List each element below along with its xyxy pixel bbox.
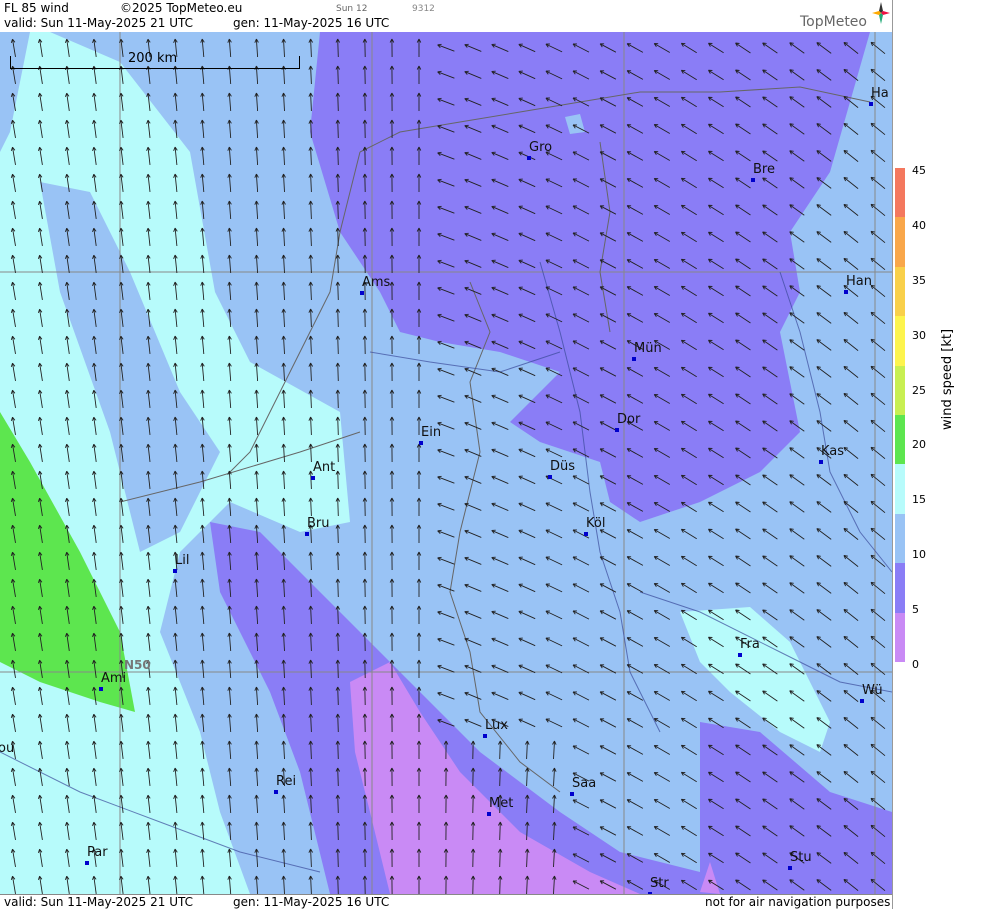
colorbar-segment [895,464,905,514]
footer-gen: gen: 11-May-2025 16 UTC [233,895,390,909]
legend-panel [892,0,983,909]
city-dot [788,866,792,870]
colorbar-segment [895,365,905,415]
colorbar-segment [895,217,905,267]
colorbar-segment [895,612,905,662]
colorbar-tick: 0 [912,658,919,671]
gen-time: gen: 11-May-2025 16 UTC [233,16,390,30]
city-dot [632,357,636,361]
city-dot [419,441,423,445]
valid-time: valid: Sun 11-May-2025 21 UTC [4,16,193,30]
colorbar-segment [895,563,905,613]
city-dot [548,475,552,479]
lat-label: N50 [124,658,151,672]
colorbar-tick: 35 [912,273,926,287]
footer-disclaimer: not for air navigation purposes [705,895,891,909]
sun-label: Sun 12 [336,4,368,14]
city-dot [85,861,89,865]
colorbar-segment [895,168,905,218]
city-dot [173,569,177,573]
copyright: ©2025 TopMeteo.eu [120,1,243,15]
city-dot [360,291,364,295]
footer-bar: valid: Sun 11-May-2025 21 UTC gen: 11-Ma… [0,894,892,910]
wind-map[interactable]: 200 km N50 Gro Bre Ha Ams Han Mün Dor Ei… [0,32,892,894]
city-dot [751,178,755,182]
city-dot [487,812,491,816]
header-bar: FL 85 wind ©2025 TopMeteo.eu valid: Sun … [0,0,892,32]
scale-label: 200 km [128,51,178,66]
city-dot [819,460,823,464]
city-dot [305,532,309,536]
city-dot [869,102,873,106]
colorbar [895,168,905,662]
city-dot [570,792,574,796]
colorbar-segment [895,266,905,317]
city-dot [527,156,531,160]
city-dot [844,290,848,294]
code-label: 9312 [412,4,435,14]
colorbar-tick: 40 [912,218,926,232]
city-dot [738,653,742,657]
colorbar-tick: 45 [912,164,926,177]
compass-icon [872,2,890,24]
colorbar-tick: 15 [912,493,926,507]
topmeteo-logo: TopMeteo [800,2,890,30]
city-dot [860,699,864,703]
city-dot [615,428,619,432]
colorbar-segment [895,415,905,465]
logo-text: TopMeteo [800,14,867,30]
city-dot [311,476,315,480]
city-dot [99,687,103,691]
colorbar-tick: 25 [912,383,926,397]
colorbar-segment [895,316,905,366]
colorbar-tick: 10 [912,548,926,562]
city-dot [274,790,278,794]
colorbar-label: wind speed [kt] [940,328,955,430]
product-title: FL 85 wind [4,1,69,15]
colorbar-tick: 5 [912,603,919,617]
city-dot [584,532,588,536]
colorbar-tick: 30 [912,328,926,342]
city-dot [483,734,487,738]
footer-valid: valid: Sun 11-May-2025 21 UTC [4,895,193,909]
colorbar-segment [895,513,905,564]
colorbar-tick: 20 [912,438,926,452]
